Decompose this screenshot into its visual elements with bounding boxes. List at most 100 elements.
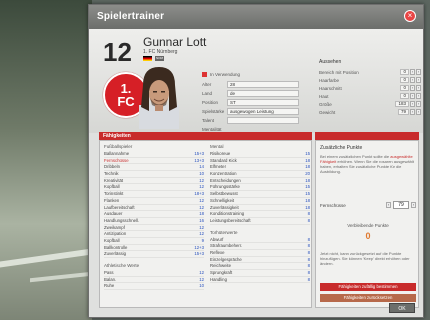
increase-button[interactable]: › bbox=[416, 101, 421, 107]
skill-row[interactable]: Zuverlässigkeit 18 bbox=[210, 205, 310, 212]
increase-button[interactable]: › bbox=[416, 109, 421, 115]
increase-button[interactable]: › bbox=[416, 77, 421, 83]
skill-row[interactable]: Technik 10 bbox=[104, 171, 204, 178]
skill-value: 13+3 bbox=[194, 157, 204, 163]
skill-row[interactable]: Einzelgespräche 8 bbox=[210, 257, 310, 264]
player-trainer-window: Spielertrainer × 12 Gunnar Lott 1. FC Nü… bbox=[88, 4, 424, 318]
skill-row[interactable]: Ballannahme 15+3 bbox=[104, 151, 204, 158]
skill-row[interactable]: Ruhe 10 bbox=[104, 283, 204, 291]
attribute-row: Haarfarbe 0 ‹ › bbox=[319, 77, 421, 83]
skill-value: 8 bbox=[307, 270, 310, 275]
talent-field[interactable] bbox=[227, 117, 299, 124]
skill-row[interactable]: Kopfball 12 bbox=[104, 184, 204, 192]
skill-value: 18 bbox=[199, 211, 204, 217]
extra-points-title: Zusätzliche Punkte bbox=[320, 145, 363, 151]
skill-row[interactable]: Zuverlässig 15+3 bbox=[104, 251, 204, 258]
pitch-line bbox=[30, 271, 92, 283]
selected-skill-value[interactable]: 79 bbox=[393, 201, 409, 209]
skill-row[interactable]: Standard Kick 18 bbox=[210, 158, 310, 165]
skill-row[interactable]: Elfmeter 18 bbox=[210, 164, 310, 172]
skill-row[interactable]: Strafraumbeherr. 8 bbox=[210, 243, 310, 250]
skill-row[interactable]: Dribbeln 14 bbox=[104, 164, 204, 172]
skill-row[interactable]: Ausdauer 18 bbox=[104, 211, 204, 218]
skill-row[interactable]: Laufbereitschaft 12 bbox=[104, 205, 204, 212]
decrease-button[interactable]: ‹ bbox=[410, 101, 415, 107]
decrease-button[interactable]: ‹ bbox=[410, 77, 415, 83]
skill-label: Handling bbox=[210, 276, 227, 282]
skill-row[interactable]: Sprungkraft 8 bbox=[210, 270, 310, 277]
reset-skills-button[interactable]: Fähigkeiten zurücksetzen bbox=[320, 294, 416, 302]
decrease-button[interactable]: ‹ bbox=[410, 69, 415, 75]
appearance-title: Aussehen bbox=[319, 59, 342, 65]
skill-row[interactable]: Fernschüsse 13+3 bbox=[104, 158, 204, 165]
decrease-button[interactable]: ‹ bbox=[410, 85, 415, 91]
extra-points-description: Bei einem zusätzlichen Punkt sollte die … bbox=[320, 154, 414, 174]
skill-row[interactable]: Antizipation 12 bbox=[104, 231, 204, 238]
tab-skills[interactable]: Fähigkeiten bbox=[99, 132, 312, 140]
skill-label: Ruhe bbox=[104, 283, 115, 289]
skill-row[interactable]: Handling 8 bbox=[210, 277, 310, 284]
skill-row[interactable]: Flanken 12 bbox=[104, 198, 204, 205]
skill-row[interactable]: Ballkontrolle 12+3 bbox=[104, 245, 204, 252]
increase-button[interactable]: › bbox=[416, 85, 421, 91]
skill-row[interactable]: Kreativität 12 bbox=[104, 178, 204, 185]
skill-value: 15 bbox=[305, 184, 310, 190]
skill-value: 9 bbox=[201, 237, 204, 243]
ok-button[interactable]: OK bbox=[389, 303, 415, 313]
skill-row[interactable]: Leistungsbereitschaft 8 bbox=[210, 218, 310, 225]
extra-points-note: Jetzt nicht, kann zurückgesetzt auf die … bbox=[320, 251, 410, 266]
skill-value: 18 bbox=[305, 197, 310, 203]
skill-row[interactable]: Reflexe 8 bbox=[210, 250, 310, 257]
skill-row[interactable]: Entscheidungen 18 bbox=[210, 178, 310, 185]
skill-label: Fernschüsse bbox=[104, 157, 129, 163]
decrease-button[interactable]: ‹ bbox=[410, 109, 415, 115]
skill-label: Konzentration bbox=[210, 171, 237, 177]
skill-row[interactable]: Risikoreue 15 bbox=[210, 151, 310, 158]
decrease-button[interactable]: ‹ bbox=[386, 202, 391, 208]
attribute-row: Gewicht 79 ‹ › bbox=[319, 109, 421, 115]
skill-row[interactable]: Handlungsschnell. 16 bbox=[104, 218, 204, 225]
skill-row[interactable]: Schnelligkeit 18 bbox=[210, 198, 310, 205]
decrease-button[interactable]: ‹ bbox=[410, 93, 415, 99]
skill-row[interactable]: Konzentration 20 bbox=[210, 171, 310, 178]
skill-value: 8 bbox=[307, 236, 310, 242]
increase-button[interactable]: › bbox=[416, 93, 421, 99]
nation-flag-icon bbox=[143, 56, 152, 61]
skill-row[interactable]: Balan. 12 bbox=[104, 277, 204, 284]
skill-value: 12 bbox=[199, 276, 204, 282]
in-use-checkbox[interactable] bbox=[202, 72, 207, 77]
increase-button[interactable]: › bbox=[416, 69, 421, 75]
skill-row[interactable]: Pass 12 bbox=[104, 270, 204, 277]
playstyle-select[interactable]: ausgewogen Leistung bbox=[227, 108, 299, 115]
skill-label: Leistungsbereitschaft bbox=[210, 217, 251, 223]
randomize-skills-button[interactable]: Fähigkeiten zufällig bestimmen bbox=[320, 283, 416, 291]
skill-label: Zuverlässig bbox=[104, 251, 126, 257]
skill-row[interactable]: Kopfball 9 bbox=[104, 238, 204, 245]
skill-label: Balan. bbox=[104, 276, 117, 282]
skill-row[interactable]: Konditionstraining 8 bbox=[210, 211, 310, 218]
selected-skill-label: Fernschüsse bbox=[320, 202, 346, 208]
close-button[interactable]: × bbox=[404, 10, 416, 22]
skill-label: Pass bbox=[104, 270, 114, 275]
info-label: Talent bbox=[202, 118, 215, 123]
skill-label: Entscheidungen bbox=[210, 177, 241, 183]
position-select[interactable]: ST bbox=[227, 99, 299, 106]
skill-value: 15 bbox=[305, 151, 310, 156]
info-label: Alter bbox=[202, 82, 212, 87]
skill-value: 15 bbox=[305, 191, 310, 197]
skill-row[interactable]: Reichweite 8 bbox=[210, 263, 310, 270]
skill-row[interactable]: Torinstinkt 18+3 bbox=[104, 191, 204, 198]
skill-row[interactable]: Führungsstärke 15 bbox=[210, 184, 310, 192]
skill-label: Schnelligkeit bbox=[210, 197, 235, 203]
age-field[interactable]: 28 bbox=[227, 81, 299, 88]
skill-label: Standard Kick bbox=[210, 157, 237, 163]
skill-row[interactable]: Abwurf 8 bbox=[210, 237, 310, 244]
skill-value: 8 bbox=[307, 243, 310, 249]
position-badge: NOM bbox=[155, 56, 164, 61]
remaining-points-label: Verbleibende Punkte bbox=[347, 223, 389, 228]
country-select[interactable]: de bbox=[227, 90, 299, 97]
skill-row[interactable]: Selbstbewusst 15 bbox=[210, 191, 310, 198]
skill-row[interactable]: Zweikampf 12 bbox=[104, 225, 204, 232]
skill-label: Abwurf bbox=[210, 236, 224, 242]
increase-button[interactable]: › bbox=[411, 202, 416, 208]
